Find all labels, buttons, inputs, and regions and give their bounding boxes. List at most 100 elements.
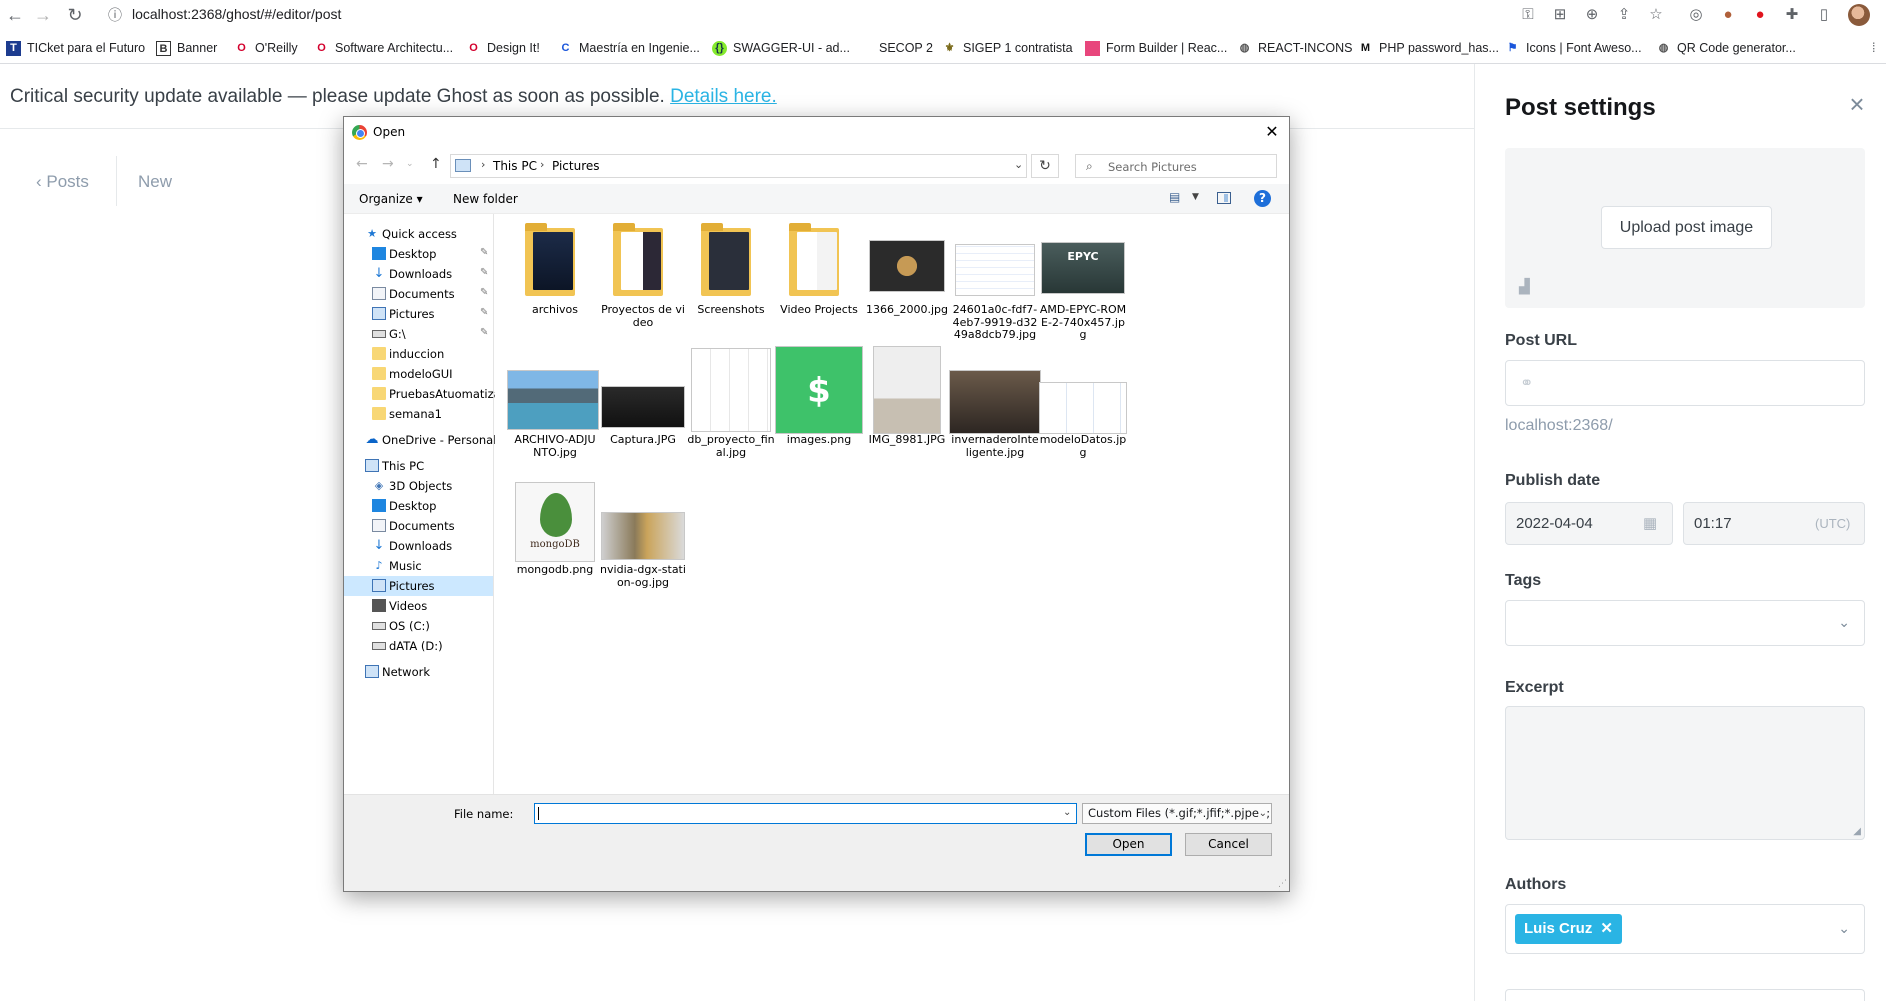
opera-extension-icon[interactable]: ● [1750, 5, 1770, 25]
nav-pictures[interactable]: Pictures ✎ [344, 304, 493, 324]
excerpt-textarea[interactable]: ◢ [1505, 706, 1865, 840]
publish-time-input[interactable]: 01:17 (UTC) [1683, 502, 1865, 545]
bookmark-item[interactable]: ⚑ Icons | Font Aweso... [1505, 39, 1642, 57]
bookmark-item[interactable]: O O'Reilly [234, 39, 297, 57]
nav-c-drive[interactable]: OS (C:) [344, 616, 493, 636]
nav-pc-documents[interactable]: Documents [344, 516, 493, 536]
authors-select[interactable]: Luis Cruz ✕ ⌄ [1505, 904, 1865, 954]
sidepanel-icon[interactable]: ▯ [1814, 5, 1834, 25]
extension-icon[interactable]: ◎ [1686, 5, 1706, 25]
breadcrumb-posts-link[interactable]: ‹ Posts [36, 172, 89, 192]
breadcrumb-this-pc[interactable]: This PC [493, 159, 537, 173]
dialog-titlebar[interactable]: Open ✕ [344, 117, 1289, 148]
image-upload-icon[interactable]: ▟ [1519, 278, 1537, 296]
nav-3d-objects[interactable]: ◈ 3D Objects [344, 476, 493, 496]
reload-icon[interactable]: ↻ [64, 4, 86, 26]
post-url-input[interactable]: ⚭ [1505, 360, 1865, 406]
nav-modelogui[interactable]: modeloGUI [344, 364, 493, 384]
resize-grip-icon[interactable]: ⋰ [1278, 879, 1287, 889]
refresh-icon[interactable]: ↻ [1031, 154, 1059, 178]
chevron-right-icon[interactable]: › [540, 158, 544, 171]
translate-icon[interactable]: ⊞ [1550, 5, 1570, 25]
breadcrumb-pictures[interactable]: Pictures [552, 159, 600, 173]
bookmark-item[interactable]: T TICket para el Futuro [6, 39, 145, 57]
file-name-input[interactable]: ⌄ [534, 803, 1077, 824]
bookmark-item[interactable]: M PHP password_has... [1358, 39, 1499, 57]
forward-arrow-icon[interactable]: → [382, 156, 394, 172]
bookmark-item[interactable]: C Maestría en Ingenie... [558, 39, 700, 57]
upload-post-image-button[interactable]: Upload post image [1601, 206, 1772, 249]
file-item-image[interactable]: nvidia-dgx-station-og.jpg [599, 478, 687, 606]
recent-locations-icon[interactable]: ⌄ [406, 159, 414, 169]
open-button[interactable]: Open [1085, 833, 1172, 856]
bookmark-item[interactable]: O Design It! [466, 39, 540, 57]
bookmark-item[interactable]: B Banner [156, 39, 217, 57]
file-type-select[interactable]: Custom Files (*.gif;*.jfif;*.pjpeg; ⌄ [1082, 803, 1272, 824]
puzzle-icon[interactable]: ✚ [1782, 5, 1802, 25]
nav-this-pc[interactable]: This PC [344, 456, 493, 476]
nav-music[interactable]: ♪ Music [344, 556, 493, 576]
file-item-image[interactable]: modeloDatos.jpg [1039, 348, 1127, 476]
chevron-down-icon[interactable]: ▼ [1192, 192, 1199, 202]
file-item-folder[interactable]: Screenshots [687, 218, 775, 346]
nav-d-drive[interactable]: dATA (D:) [344, 636, 493, 656]
chevron-right-icon[interactable]: › [481, 158, 485, 171]
nav-network[interactable]: Network [344, 662, 493, 682]
organize-button[interactable]: Organize ▾ [359, 192, 423, 206]
bookmark-item[interactable]: ◍ QR Code generator... [1656, 39, 1796, 57]
file-item-image[interactable]: mongoDB mongodb.png [511, 478, 599, 606]
file-item-image[interactable]: Captura.JPG [599, 348, 687, 476]
close-icon[interactable]: ✕ [1261, 121, 1283, 143]
tags-select[interactable]: ⌄ [1505, 600, 1865, 646]
cancel-button[interactable]: Cancel [1185, 833, 1272, 856]
bookmark-item[interactable]: Form Builder | Reac... [1085, 39, 1227, 57]
file-item-image[interactable]: db_proyecto_final.jpg [687, 348, 775, 476]
file-item-image[interactable]: IMG_8981.JPG [863, 346, 951, 476]
author-tag[interactable]: Luis Cruz ✕ [1515, 914, 1622, 944]
forward-arrow-icon[interactable]: → [32, 4, 54, 26]
chevron-down-icon[interactable]: ⌄ [1014, 158, 1023, 171]
file-item-folder[interactable]: Proyectos de video [599, 218, 687, 346]
file-item-image[interactable]: ARCHIVO-ADJUNTO.jpg [507, 348, 599, 476]
help-icon[interactable]: ? [1254, 190, 1271, 207]
cookie-extension-icon[interactable]: ● [1718, 5, 1738, 25]
close-icon[interactable]: × [1845, 91, 1869, 117]
up-arrow-icon[interactable]: ↑ [430, 156, 442, 172]
site-info-icon[interactable]: ⓘ [108, 5, 128, 25]
calendar-icon[interactable]: ▦ [1643, 514, 1657, 532]
nav-onedrive[interactable]: ☁ OneDrive - Personal [344, 430, 497, 450]
nav-videos[interactable]: Videos [344, 596, 493, 616]
file-item-folder[interactable]: archivos [511, 218, 599, 346]
details-link[interactable]: Details here. [670, 86, 777, 107]
back-arrow-icon[interactable]: ← [4, 4, 26, 26]
file-item-image[interactable]: invernaderoInteligente.jpg [949, 348, 1041, 476]
nav-pc-downloads[interactable]: ↓ Downloads [344, 536, 493, 556]
file-item-folder[interactable]: Video Projects [775, 218, 863, 346]
nav-pruebas[interactable]: PruebasAtuomatizadas [344, 384, 521, 404]
nav-pc-desktop[interactable]: Desktop [344, 496, 493, 516]
view-options-icon[interactable]: ▤ [1169, 190, 1180, 204]
address-bar[interactable]: localhost:2368/ghost/#/editor/post [132, 6, 341, 22]
key-icon[interactable]: ⚿ [1518, 5, 1538, 25]
nav-g-drive[interactable]: G:\ ✎ [344, 324, 493, 344]
nav-downloads[interactable]: ↓ Downloads ✎ [344, 264, 493, 284]
nav-pc-pictures[interactable]: Pictures [344, 576, 493, 596]
bookmark-item[interactable]: SECOP 2 [879, 39, 933, 57]
share-icon[interactable]: ⇪ [1614, 5, 1634, 25]
address-breadcrumb[interactable]: › This PC › Pictures ⌄ [450, 154, 1027, 178]
zoom-icon[interactable]: ⊕ [1582, 5, 1602, 25]
bookmark-item[interactable]: ⚜ SIGEP 1 contratista [942, 39, 1073, 57]
file-item-image[interactable]: EPYC AMD-EPYC-ROME-2-740x457.jpg [1039, 218, 1127, 346]
post-image-dropzone[interactable]: Upload post image ▟ [1505, 148, 1865, 308]
chevron-down-icon[interactable]: ⌄ [1063, 807, 1071, 818]
bookmark-star-icon[interactable]: ☆ [1646, 5, 1666, 25]
bookmark-item[interactable]: O Software Architectu... [314, 39, 453, 57]
remove-author-icon[interactable]: ✕ [1600, 914, 1613, 944]
publish-date-input[interactable]: 2022-04-04 ▦ [1505, 502, 1673, 545]
bookmark-item[interactable]: ◍ REACT-INCONS [1237, 39, 1353, 57]
nav-semana1[interactable]: semana1 [344, 404, 493, 424]
nav-induccion[interactable]: induccion [344, 344, 493, 364]
file-item-image[interactable]: 24601a0c-fdf7-4eb7-9919-d3249a8dcb79.jpg [951, 218, 1039, 346]
search-input[interactable]: ⌕ Search Pictures [1075, 154, 1277, 178]
nav-documents[interactable]: Documents ✎ [344, 284, 493, 304]
